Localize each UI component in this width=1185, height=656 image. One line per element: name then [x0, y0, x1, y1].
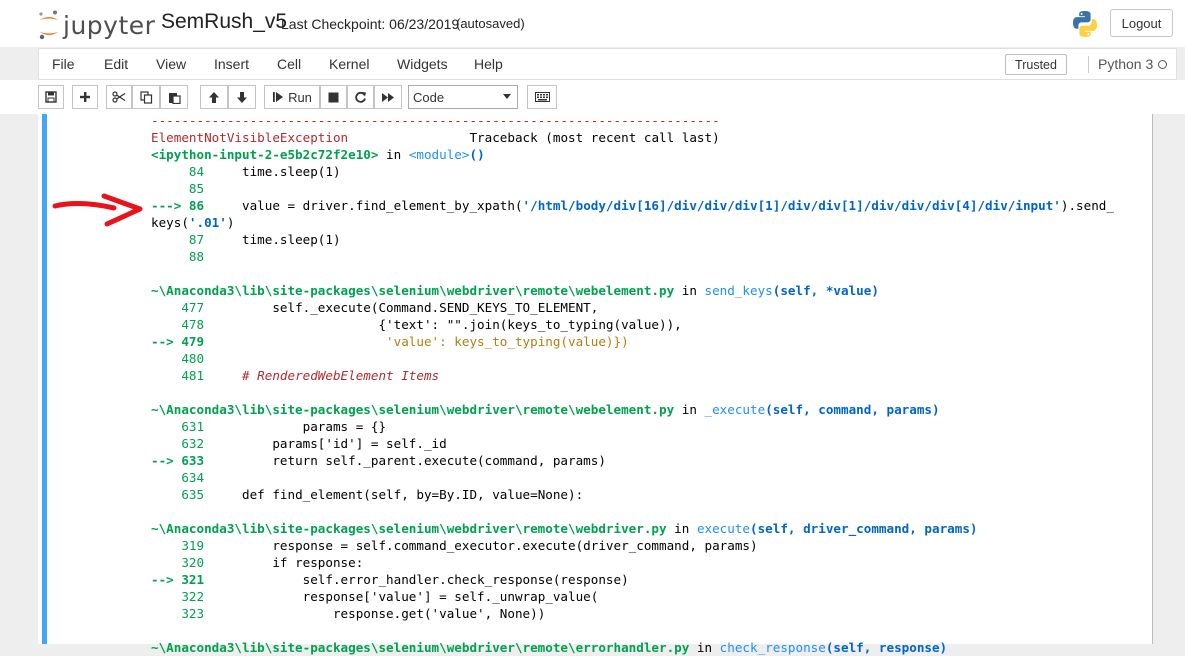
code-line-error: --> 479 'value': keys_to_typing(value)}): [151, 334, 629, 349]
code-line: 481 # RenderedWebElement Items: [151, 368, 440, 383]
traceback-output: ----------------------------------------…: [151, 112, 1141, 656]
code-line: 322 response['value'] = self._unwrap_val…: [151, 589, 599, 604]
code-line: 85: [151, 181, 205, 196]
menu-view[interactable]: View: [156, 56, 186, 72]
code-line: 320 if response:: [151, 555, 364, 570]
frame-header: ~\Anaconda3\lib\site-packages\selenium\w…: [151, 521, 978, 536]
chevron-down-icon: [503, 94, 511, 99]
notebook-name[interactable]: SemRush_v5: [161, 10, 287, 34]
menu-file[interactable]: File: [52, 56, 75, 72]
keyboard-icon: [534, 92, 550, 102]
code-line-error: ---> 86 value = driver.find_element_by_x…: [151, 198, 1114, 213]
code-line: 631 params = {}: [151, 419, 387, 434]
traceback-exception-line: ElementNotVisibleException Traceback (mo…: [151, 129, 1141, 146]
code-line: 323 response.get('value', None)): [151, 606, 546, 621]
exception-name: ElementNotVisibleException: [151, 130, 349, 145]
kernel-name: Python 3: [1098, 56, 1154, 72]
move-down-button[interactable]: [228, 85, 256, 109]
frame-header: <ipython-input-2-e5b2c72f2e10> in <modul…: [151, 147, 485, 162]
restart-icon: [355, 91, 366, 103]
run-label: Run: [288, 89, 312, 105]
cell-type-select[interactable]: Code: [408, 85, 518, 109]
menu-widgets[interactable]: Widgets: [397, 56, 448, 72]
logout-button[interactable]: Logout: [1110, 9, 1173, 37]
code-line: 634: [151, 470, 205, 485]
frame-header: ~\Anaconda3\lib\site-packages\selenium\w…: [151, 640, 948, 655]
menu-help[interactable]: Help: [474, 56, 503, 72]
code-line: 635 def find_element(self, by=By.ID, val…: [151, 487, 584, 502]
jupyter-logo-icon: [39, 10, 58, 40]
code-line: 632 params['id'] = self._id: [151, 436, 447, 451]
run-icon: [273, 92, 284, 102]
frame-header: ~\Anaconda3\lib\site-packages\selenium\w…: [151, 402, 940, 417]
annotation-arrow-icon: [52, 193, 143, 227]
copy-button[interactable]: [132, 85, 160, 109]
menu-edit[interactable]: Edit: [104, 56, 128, 72]
cut-icon: [112, 91, 126, 103]
traceback-header: Traceback (most recent call last): [469, 130, 720, 145]
autosave-status: (autosaved): [456, 16, 525, 31]
toolbar: Run: [0, 80, 1185, 114]
jupyter-logo[interactable]: jupyter: [38, 9, 155, 41]
paste-button[interactable]: [160, 85, 188, 109]
plus-icon: [80, 92, 90, 102]
trusted-badge[interactable]: Trusted: [1005, 54, 1067, 75]
code-line-error: --> 321 self.error_handler.check_respons…: [151, 572, 629, 587]
menu-insert[interactable]: Insert: [214, 56, 249, 72]
kernel-separator: [1088, 56, 1089, 73]
code-line: 480: [151, 351, 205, 366]
python-logo-icon: [1073, 11, 1097, 37]
command-palette-button[interactable]: [527, 85, 557, 109]
menubar: File Edit View Insert Cell Kernel Widget…: [38, 48, 1177, 80]
code-line: 477 self._execute(Command.SEND_KEYS_TO_E…: [151, 300, 599, 315]
kernel-idle-icon: [1158, 60, 1167, 69]
fast-forward-icon: [382, 92, 394, 102]
menu-cell[interactable]: Cell: [277, 56, 301, 72]
code-line: 319 response = self.command_executor.exe…: [151, 538, 758, 553]
code-line: 478 {'text': "".join(keys_to_typing(valu…: [151, 317, 682, 332]
code-line: 88: [151, 249, 205, 264]
run-button[interactable]: Run: [264, 85, 320, 109]
copy-icon: [139, 90, 152, 104]
restart-button[interactable]: [347, 85, 374, 109]
code-line-continuation: keys('.01'): [151, 215, 235, 230]
save-button[interactable]: [38, 85, 64, 109]
jupyter-logo-text: jupyter: [63, 10, 156, 40]
insert-cell-button[interactable]: [72, 85, 98, 109]
code-line: 87 time.sleep(1): [151, 232, 341, 247]
stop-icon: [328, 92, 339, 102]
code-line: 84 time.sleep(1): [151, 164, 341, 179]
arrow-up-icon: [209, 91, 219, 103]
restart-run-all-button[interactable]: [374, 85, 402, 109]
cell-type-value: Code: [413, 89, 445, 105]
menu-kernel[interactable]: Kernel: [329, 56, 369, 72]
interrupt-button[interactable]: [320, 85, 347, 109]
header: jupyter SemRush_v5 Last Checkpoint: 06/2…: [0, 0, 1185, 47]
code-line-error: --> 633 return self._parent.execute(comm…: [151, 453, 606, 468]
arrow-down-icon: [237, 91, 247, 103]
save-icon: [45, 91, 57, 103]
move-up-button[interactable]: [200, 85, 228, 109]
traceback-separator: ----------------------------------------…: [151, 113, 720, 128]
checkpoint-status: Last Checkpoint: 06/23/2019: [281, 16, 460, 32]
paste-icon: [168, 92, 181, 104]
frame-header: ~\Anaconda3\lib\site-packages\selenium\w…: [151, 283, 879, 298]
cut-button[interactable]: [106, 85, 132, 109]
